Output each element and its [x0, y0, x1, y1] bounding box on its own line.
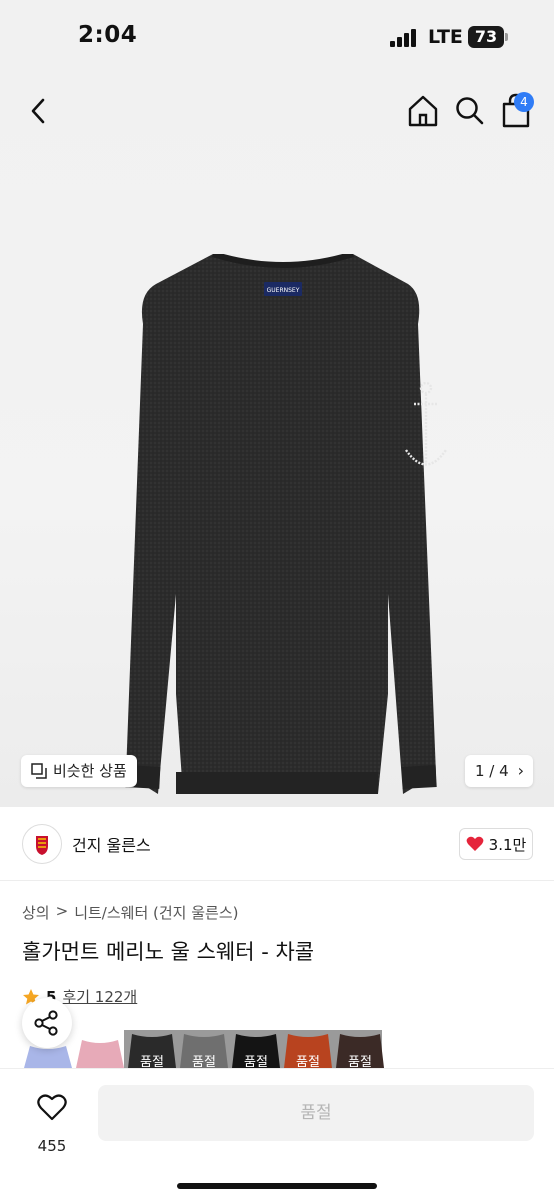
similar-products-button[interactable]: 비슷한 상품	[21, 755, 137, 787]
signal-icon	[390, 29, 420, 47]
wishlist-button[interactable]: 455	[28, 1087, 76, 1155]
status-bar: 2:04 LTE 73	[0, 0, 554, 76]
color-option-state: 품절	[140, 1055, 164, 1068]
color-option-3[interactable]: 품절	[126, 1030, 178, 1068]
status-time: 2:04	[78, 22, 138, 48]
color-option-2[interactable]	[74, 1030, 126, 1068]
color-option-state: 품절	[244, 1055, 268, 1068]
color-swatch	[76, 1040, 124, 1068]
similar-products-label: 비슷한 상품	[53, 762, 127, 780]
shield-crest-icon	[36, 836, 48, 855]
cart-count-badge: 4	[514, 92, 534, 112]
page-indicator-label: 1 / 4	[475, 762, 509, 780]
share-button[interactable]	[22, 998, 72, 1048]
breadcrumb-subcategory[interactable]: 니트/스웨터 (건지 울른스)	[74, 902, 238, 923]
review-count-link[interactable]: 후기 122개	[62, 986, 137, 1007]
color-option-5[interactable]: 품절	[230, 1030, 282, 1068]
back-button[interactable]	[24, 94, 54, 128]
bottom-action-bar: 455 품절	[0, 1068, 554, 1200]
battery-tip	[505, 33, 508, 41]
color-option-state: 품절	[192, 1055, 216, 1068]
search-button[interactable]	[452, 92, 486, 130]
breadcrumb-separator: >	[55, 902, 69, 920]
product-gallery[interactable]: 4 GUERNSEY 비슷한 상품 1 / 4 ›	[0, 76, 554, 807]
brand-like-button[interactable]: 3.1만	[459, 828, 533, 860]
search-icon	[456, 97, 484, 125]
wishlist-count: 455	[37, 1137, 67, 1155]
color-option-4[interactable]: 품절	[178, 1030, 230, 1068]
battery-icon: 73	[468, 26, 504, 48]
gallery-page-indicator[interactable]: 1 / 4 ›	[465, 755, 533, 787]
color-option-state: 품절	[296, 1055, 320, 1068]
color-option-state: 품절	[348, 1055, 372, 1068]
heart-filled-icon	[466, 836, 484, 851]
sweater-label-text: GUERNSEY	[267, 287, 300, 294]
chevron-right-icon: ›	[517, 761, 524, 780]
color-options: 품절 품절 품절 품절 품절	[22, 1030, 422, 1068]
home-button[interactable]	[404, 92, 442, 130]
heart-outline-icon	[37, 1094, 67, 1121]
cart-button[interactable]: 4	[498, 90, 538, 130]
share-icon	[34, 1010, 58, 1036]
brand-like-count: 3.1만	[488, 835, 527, 854]
home-indicator[interactable]	[177, 1183, 377, 1189]
product-title: 홀가먼트 메리노 울 스웨터 - 차콜	[22, 940, 315, 964]
brand-logo[interactable]	[22, 824, 62, 864]
breadcrumb: 상의 > 니트/스웨터 (건지 울른스)	[22, 902, 238, 923]
color-option-6[interactable]: 품절	[282, 1030, 334, 1068]
chevron-left-icon	[31, 98, 45, 124]
copy-icon	[31, 763, 47, 779]
network-label: LTE	[428, 26, 463, 48]
product-image: GUERNSEY	[125, 254, 447, 794]
brand-row: 건지 울른스 3.1만	[0, 820, 554, 870]
buy-button-disabled: 품절	[98, 1085, 534, 1141]
color-option-7[interactable]: 품절	[334, 1030, 386, 1068]
divider	[0, 880, 554, 881]
home-icon	[408, 95, 438, 127]
brand-name[interactable]: 건지 울른스	[72, 832, 151, 856]
breadcrumb-category[interactable]: 상의	[22, 902, 50, 923]
